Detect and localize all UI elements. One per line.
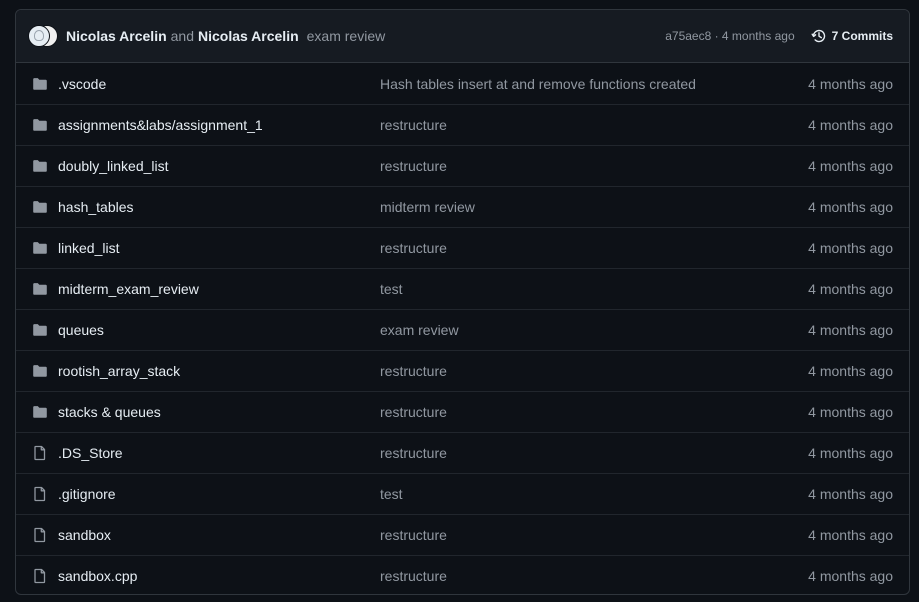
file-row[interactable]: doubly_linked_list restructure 4 months ag… [16,145,909,186]
file-row[interactable]: stacks & queues restructure 4 months ago [16,391,909,432]
file-row[interactable]: linked_list restructure 4 months ago [16,227,909,268]
file-icon [32,568,48,584]
folder-icon [32,199,48,215]
commit-message-link[interactable]: restructure [380,445,808,461]
and-label: and [170,28,194,44]
commit-sha-link[interactable]: a75aec8 · 4 months ago [665,29,794,43]
file-name-link[interactable]: doubly_linked_list [58,158,380,174]
commit-date: 4 months ago [808,322,893,338]
commit-date: 4 months ago [808,527,893,543]
commit-message-link[interactable]: midterm review [380,199,808,215]
commit-date: 4 months ago [808,117,893,133]
file-name-link[interactable]: midterm_exam_review [58,281,380,297]
file-row[interactable]: assignments&labs/assignment_1 restructure… [16,104,909,145]
file-list: .vscode Hash tables insert at and remove … [16,63,909,594]
file-row[interactable]: rootish_array_stack restructure 4 months a… [16,350,909,391]
commit-message-link[interactable]: restructure [380,404,808,420]
file-name-link[interactable]: queues [58,322,380,338]
file-name-link[interactable]: linked_list [58,240,380,256]
commit-message-link[interactable]: restructure [380,158,808,174]
folder-icon [32,363,48,379]
folder-icon [32,404,48,420]
commit-message-link[interactable]: test [380,281,808,297]
history-icon [811,29,825,43]
commit-date: 4 months ago [808,445,893,461]
commit-date: 4 months ago [808,240,893,256]
avatar-group[interactable] [28,25,60,47]
file-icon [32,445,48,461]
commit-message-link[interactable]: restructure [380,568,808,584]
folder-icon [32,76,48,92]
folder-icon [32,117,48,133]
commit-message-link[interactable]: restructure [380,117,808,133]
file-name-link[interactable]: assignments&labs/assignment_1 [58,117,380,133]
file-name-link[interactable]: sandbox [58,527,380,543]
commit-date: 4 months ago [808,404,893,420]
commit-message-link[interactable]: restructure [380,363,808,379]
file-row[interactable]: .DS_Store restructure 4 months ago [16,432,909,473]
file-row[interactable]: sandbox restructure 4 months ago [16,514,909,555]
author-link[interactable]: Nicolas Arcelin [66,28,167,44]
file-row[interactable]: .gitignore test 4 months ago [16,473,909,514]
commit-message-link[interactable]: restructure [380,527,808,543]
avatar[interactable] [28,25,50,47]
file-row[interactable]: hash_tables midterm review 4 months ago [16,186,909,227]
commit-date: 4 months ago [808,75,893,92]
commit-message-link[interactable]: restructure [380,240,808,256]
file-name-link[interactable]: rootish_array_stack [58,363,380,379]
commit-date: 4 months ago [808,158,893,174]
commit-message-link[interactable]: test [380,486,808,502]
folder-icon [32,281,48,297]
commit-message-link[interactable]: exam review [380,322,808,338]
folder-icon [32,240,48,256]
file-row[interactable]: sandbox.cpp restructure 4 months ago [16,555,909,594]
file-icon [32,486,48,502]
file-name-link[interactable]: hash_tables [58,199,380,215]
commit-date: 4 months ago [808,281,893,297]
commits-link[interactable]: 7 Commits [811,28,893,44]
file-name-link[interactable]: sandbox.cpp [58,568,380,584]
file-name-link[interactable]: stacks & queues [58,404,380,420]
file-row[interactable]: .vscode Hash tables insert at and remove … [16,63,909,104]
commit-date: 4 months ago [808,486,893,502]
commit-date: 4 months ago [808,568,893,584]
commit-message-link[interactable]: exam review [307,28,386,44]
latest-commit-bar: Nicolas Arcelin and Nicolas Arcelin exam… [16,10,909,63]
commit-date: 4 months ago [808,363,893,379]
commit-date: 4 months ago [808,199,893,215]
file-name-link[interactable]: .DS_Store [58,445,380,461]
folder-icon [32,158,48,174]
coauthor-link[interactable]: Nicolas Arcelin [198,28,299,44]
file-name-link[interactable]: .gitignore [58,486,380,502]
file-row[interactable]: queues exam review 4 months ago [16,309,909,350]
commits-label: 7 Commits [831,29,893,43]
commit-message-link[interactable]: Hash tables insert at and remove functio… [380,76,808,92]
file-icon [32,527,48,543]
file-name-link[interactable]: .vscode [58,76,380,92]
file-row[interactable]: midterm_exam_review test 4 months ago [16,268,909,309]
folder-icon [32,322,48,338]
file-browser: Nicolas Arcelin and Nicolas Arcelin exam… [15,9,910,595]
